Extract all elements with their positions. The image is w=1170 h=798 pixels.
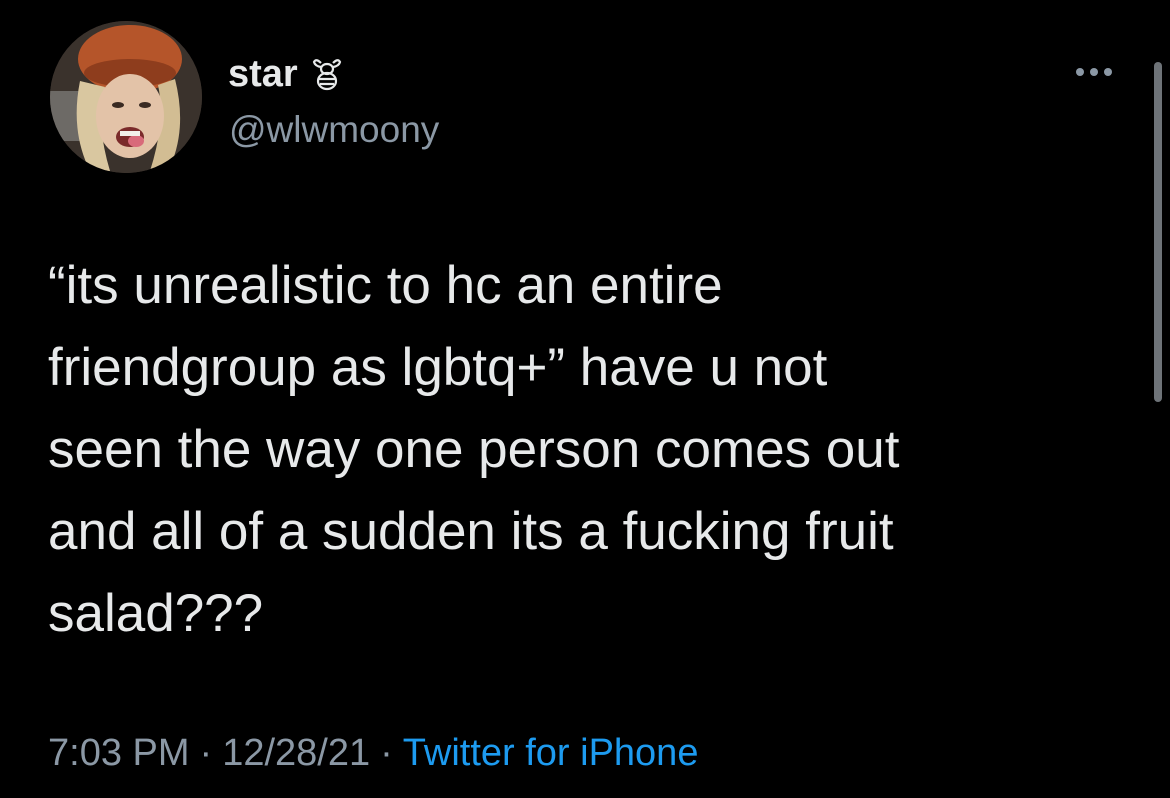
tweet-card: star @wlwmoony “its unrealistic to hc an… [0,0,1170,798]
user-name-row[interactable]: star [228,52,342,96]
more-options-icon [1090,68,1098,76]
user-handle[interactable]: @wlwmoony [229,108,439,152]
avatar[interactable] [50,21,202,173]
avatar-image [50,21,202,173]
more-options-icon [1076,68,1084,76]
more-options-button[interactable] [1066,58,1122,86]
tweet-metadata: 7:03 PM · 12/28/21 · Twitter for iPhone [48,730,698,776]
tweet-text: “its unrealistic to hc an entire friendg… [48,256,900,643]
meta-separator: · [380,732,393,774]
more-options-icon [1104,68,1112,76]
display-name[interactable]: star [228,52,298,96]
bee-icon [312,57,342,91]
tweet-date[interactable]: 12/28/21 [222,732,370,774]
tweet-time[interactable]: 7:03 PM [48,732,190,774]
meta-separator: · [199,732,213,774]
scrollbar[interactable] [1154,62,1162,402]
tweet-source-link[interactable]: Twitter for iPhone [403,732,699,774]
